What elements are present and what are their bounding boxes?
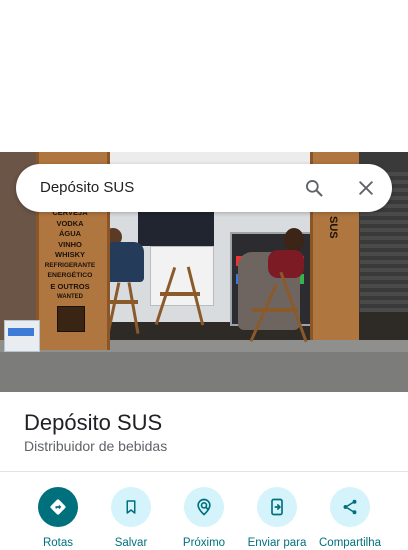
sign-line: VODKA — [56, 218, 84, 228]
nearby-button[interactable]: Próximo — [167, 487, 241, 550]
sign-line: E OUTROS — [50, 281, 90, 291]
search-query-text[interactable]: Depósito SUS — [40, 179, 134, 197]
photo-chair-seat — [252, 308, 298, 312]
send-to-phone-icon — [257, 487, 297, 527]
sign-line: ÁGUA — [58, 229, 82, 238]
send-to-phone-label: Enviar para — [247, 537, 307, 549]
photo-water-box-label — [8, 328, 34, 336]
photo-shelf — [138, 212, 214, 246]
directions-label: Rotas — [42, 537, 74, 549]
search-icon[interactable] — [304, 178, 324, 198]
photo-person-top — [268, 250, 304, 278]
send-to-phone-button[interactable]: Enviar para — [240, 487, 314, 550]
directions-icon — [38, 487, 78, 527]
search-bar[interactable]: Depósito SUS — [16, 164, 392, 212]
sign-line: WHISKY — [55, 250, 85, 259]
place-category[interactable]: Distribuidor de bebidas — [24, 437, 167, 455]
sign-line: WANTED — [57, 294, 83, 300]
photo-person-head — [284, 228, 304, 252]
sign-line: ENERGÉTICO — [47, 272, 93, 279]
top-blank-area — [0, 0, 408, 152]
share-icon — [330, 487, 370, 527]
bookmark-icon — [111, 487, 151, 527]
divider — [0, 471, 408, 472]
share-button[interactable]: Compartilha — [313, 487, 387, 550]
directions-button[interactable]: Rotas — [21, 487, 95, 550]
sign-line: VINHO — [58, 239, 82, 249]
save-label: Salvar — [114, 537, 148, 549]
photo-floor-shade — [0, 352, 408, 392]
sign-line: REFRIGERANTE — [44, 261, 96, 269]
close-icon[interactable] — [356, 178, 376, 198]
photo-sign-emblem — [57, 306, 85, 332]
share-label: Compartilha — [319, 537, 381, 549]
nearby-label: Próximo — [182, 537, 226, 549]
photo-freezer — [150, 246, 214, 306]
place-title: Depósito SUS — [24, 410, 163, 435]
photo-product-sign: CERVEJA VODKA ÁGUA VINHO WHISKY REFRIGER… — [40, 208, 100, 303]
photo-water-box — [4, 320, 40, 352]
photo-ceiling — [100, 152, 310, 164]
nearby-icon — [184, 487, 224, 527]
photo-person-body — [104, 242, 144, 282]
save-button[interactable]: Salvar — [94, 487, 168, 550]
photo-pillar-right-text: SUS — [327, 216, 339, 239]
